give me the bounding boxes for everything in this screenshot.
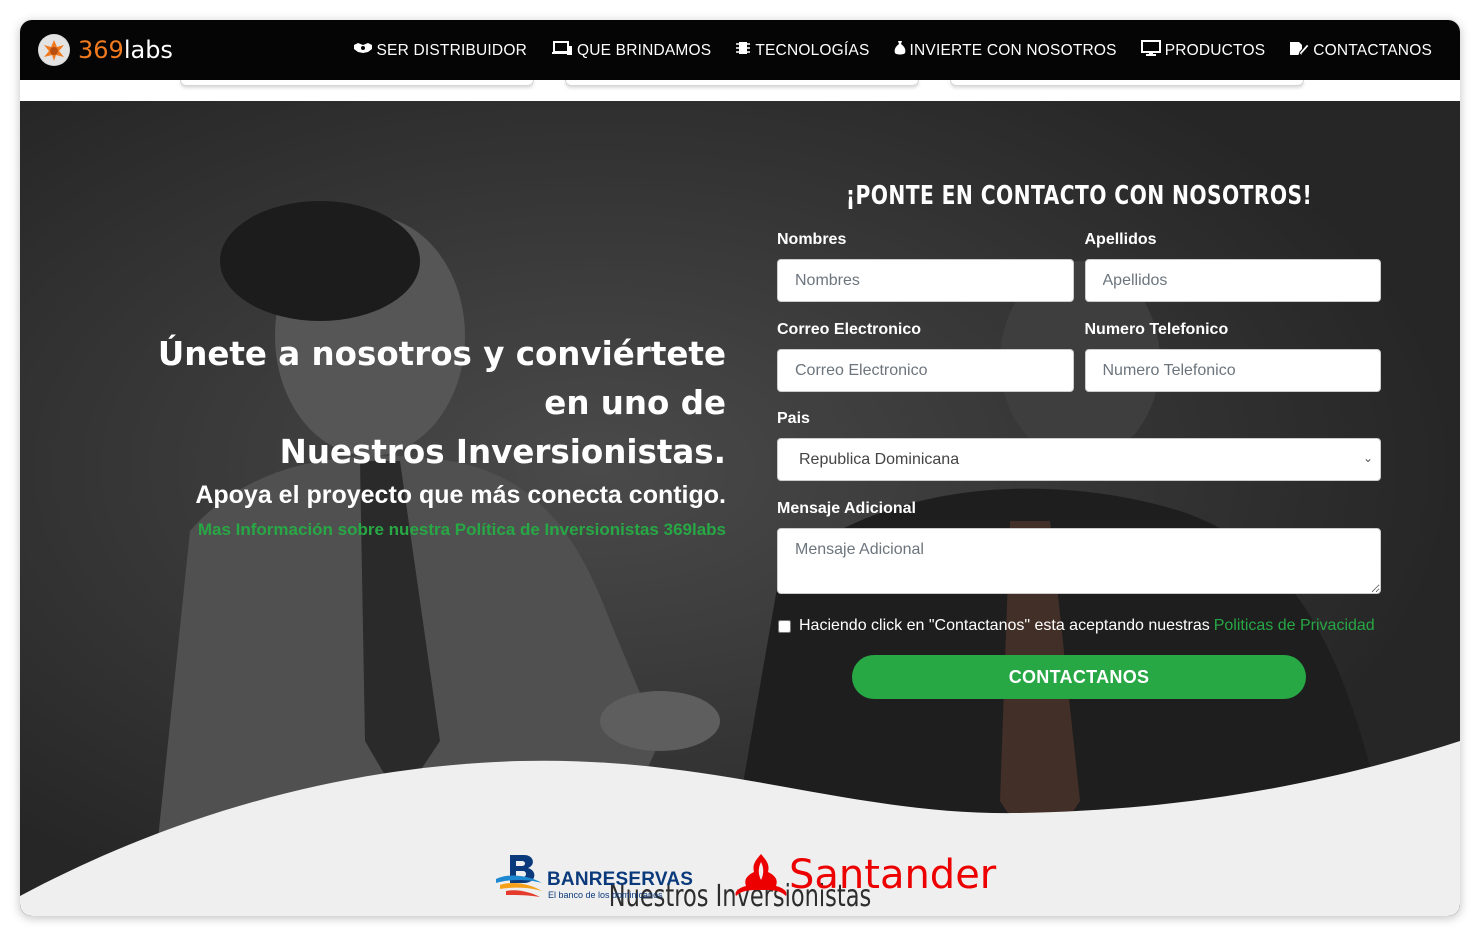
nav-que-brindamos[interactable]: QUE BRINDAMOS [551,40,711,61]
nav-label: QUE BRINDAMOS [576,41,712,59]
card-bottom-edge [180,80,534,86]
santander-wordmark: Santander [789,852,997,898]
investor-hero-section: Únete a nosotros y conviértete en uno de… [20,101,1460,916]
nav-label: CONTACTANOS [1313,41,1432,59]
wave-divider [20,741,1460,916]
logo-wordmark: 369labs [78,36,173,64]
nav-label: TECNOLOGÍAS [755,41,870,59]
devices-icon [551,40,573,61]
logo-mark-icon [38,34,70,66]
nav-contactanos[interactable]: CONTACTANOS [1289,40,1432,61]
browser-viewport: 369labs SER DISTRIBUIDOR QUE BRINDAMOS T… [20,20,1460,916]
banreservas-logo[interactable]: BANRESERVAS El banco de los dominicanos [494,853,694,908]
card-bottom-edge [565,80,919,86]
nav-label: SER DISTRIBUIDOR [376,41,527,59]
nav-invierte-con-nosotros[interactable]: INVIERTE CON NOSOTROS [894,40,1117,61]
nav-ser-distribuidor[interactable]: SER DISTRIBUIDOR [353,40,527,61]
desktop-icon [1140,40,1161,61]
card-bottom-edge [950,80,1304,86]
nav-label: PRODUCTOS [1164,41,1266,59]
banreservas-tagline: El banco de los dominicanos [548,890,663,900]
money-bag-icon [894,40,906,61]
brand-logo[interactable]: 369labs [38,34,173,66]
chip-icon [735,40,751,61]
banreservas-name: BANRESERVAS [547,869,694,890]
nav-label: INVIERTE CON NOSOTROS [909,41,1117,59]
edit-icon [1289,40,1310,61]
santander-logo[interactable]: Santander [734,852,996,903]
top-navbar: 369labs SER DISTRIBUIDOR QUE BRINDAMOS T… [20,20,1460,80]
nav-productos[interactable]: PRODUCTOS [1140,40,1266,61]
nav-tecnologias[interactable]: TECNOLOGÍAS [735,40,869,61]
main-menu: SER DISTRIBUIDOR QUE BRINDAMOS TECNOLOGÍ… [353,40,1433,61]
handshake-icon [353,41,373,60]
